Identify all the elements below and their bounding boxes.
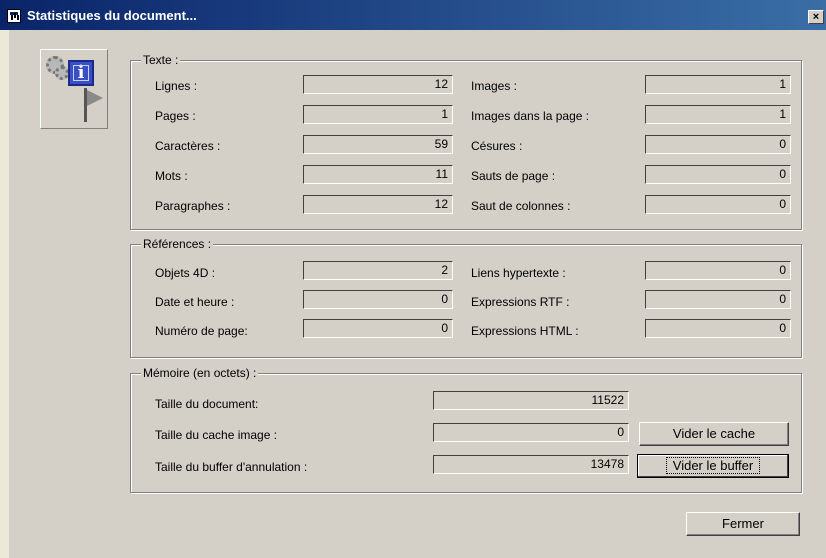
clear-cache-button[interactable]: Vider le cache (639, 422, 789, 446)
ref-value-html: 0 (645, 319, 791, 338)
mem-value-cache-image: 0 (433, 423, 629, 442)
title-bar[interactable]: Statistiques du document... × (0, 0, 826, 30)
stat-label-sauts-page: Sauts de page : (471, 169, 556, 183)
stat-value-paragraphes: 12 (303, 195, 453, 214)
info-gears-icon: i (40, 49, 108, 129)
group-references-legend: Références : (141, 237, 214, 251)
clear-buffer-button[interactable]: Vider le buffer (637, 454, 789, 478)
stat-label-images-page: Images dans la page : (471, 109, 590, 123)
stat-label-pages: Pages : (155, 109, 196, 123)
stat-label-lignes: Lignes : (155, 79, 198, 93)
window-title: Statistiques du document... (27, 8, 197, 23)
stat-value-sauts-page: 0 (645, 165, 791, 184)
ref-label-rtf: Expressions RTF : (471, 295, 570, 309)
stat-label-caracteres: Caractères : (155, 139, 221, 153)
ref-value-numero-page: 0 (303, 319, 453, 338)
flag-icon (87, 90, 103, 106)
mem-value-buffer: 13478 (433, 455, 629, 474)
stat-value-caracteres: 59 (303, 135, 453, 154)
group-memoire-legend: Mémoire (en octets) : (141, 366, 259, 380)
mem-label-buffer: Taille du buffer d'annulation : (155, 460, 308, 474)
document-stats-icon (7, 9, 21, 23)
ref-value-liens: 0 (645, 261, 791, 280)
window-edge (0, 30, 9, 558)
stat-label-paragraphes: Paragraphes : (155, 199, 231, 213)
ref-label-html: Expressions HTML : (471, 324, 579, 338)
stat-value-saut-colonnes: 0 (645, 195, 791, 214)
ref-label-date-heure: Date et heure : (155, 295, 235, 309)
close-button[interactable]: × (808, 10, 824, 24)
stat-value-cesures: 0 (645, 135, 791, 154)
ref-label-numero-page: Numéro de page: (155, 324, 248, 338)
info-icon: i (68, 60, 94, 86)
mem-label-document: Taille du document: (155, 397, 259, 411)
group-texte-legend: Texte : (141, 53, 181, 67)
gear-icon (55, 66, 69, 80)
stat-value-mots: 11 (303, 165, 453, 184)
ref-value-objets-4d: 2 (303, 261, 453, 280)
stat-value-pages: 1 (303, 105, 453, 124)
stat-value-lignes: 12 (303, 75, 453, 94)
ref-value-rtf: 0 (645, 290, 791, 309)
stat-label-images: Images : (471, 79, 518, 93)
close-dialog-button[interactable]: Fermer (686, 512, 800, 536)
ref-label-liens: Liens hypertexte : (471, 266, 566, 280)
ref-label-objets-4d: Objets 4D : (155, 266, 216, 280)
stat-value-images-page: 1 (645, 105, 791, 124)
stat-label-cesures: Césures : (471, 139, 523, 153)
mem-label-cache-image: Taille du cache image : (155, 428, 278, 442)
mem-value-document: 11522 (433, 391, 629, 410)
stat-label-saut-colonnes: Saut de colonnes : (471, 199, 571, 213)
stat-label-mots: Mots : (155, 169, 188, 183)
ref-value-date-heure: 0 (303, 290, 453, 309)
clear-buffer-label: Vider le buffer (665, 457, 761, 474)
stat-value-images: 1 (645, 75, 791, 94)
